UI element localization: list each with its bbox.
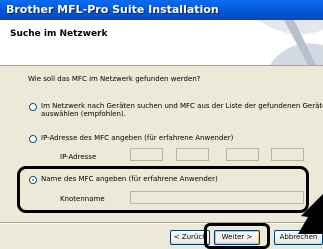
question-text: Wie soll das MFC im Netzwerk gefunden we… xyxy=(28,75,201,83)
ip-octet-2-field[interactable] xyxy=(176,148,209,161)
title-bar[interactable]: Brother MFL-Pro Suite Installation xyxy=(0,0,323,20)
next-button-highlight-frame xyxy=(204,223,270,249)
ip-octet-1-field[interactable] xyxy=(130,148,163,161)
option-ip-label: IP-Adresse des MFC angeben (für erfahren… xyxy=(41,134,234,142)
ip-octet-3-field[interactable] xyxy=(226,148,259,161)
pointer-arrow-icon xyxy=(298,194,323,234)
installer-window: Brother MFL-Pro Suite Installation Suche… xyxy=(0,0,323,249)
ip-address-label: IP-Adresse xyxy=(60,153,97,161)
ip-octet-4-field[interactable] xyxy=(271,148,304,161)
option-highlight-frame xyxy=(17,166,309,213)
wizard-header: Suche im Netzwerk xyxy=(0,20,323,66)
network-header-graphic xyxy=(250,20,323,65)
window-title: Brother MFL-Pro Suite Installation xyxy=(6,3,219,16)
radio-search-network[interactable] xyxy=(29,103,37,111)
footer-divider xyxy=(0,222,323,224)
option-search-label-line2: auswählen (empfohlen). xyxy=(41,110,126,118)
option-search-label-line1: Im Netzwerk nach Geräten suchen und MFC … xyxy=(41,102,323,110)
radio-ip-address[interactable] xyxy=(29,135,37,143)
page-title: Suche im Netzwerk xyxy=(10,29,108,39)
